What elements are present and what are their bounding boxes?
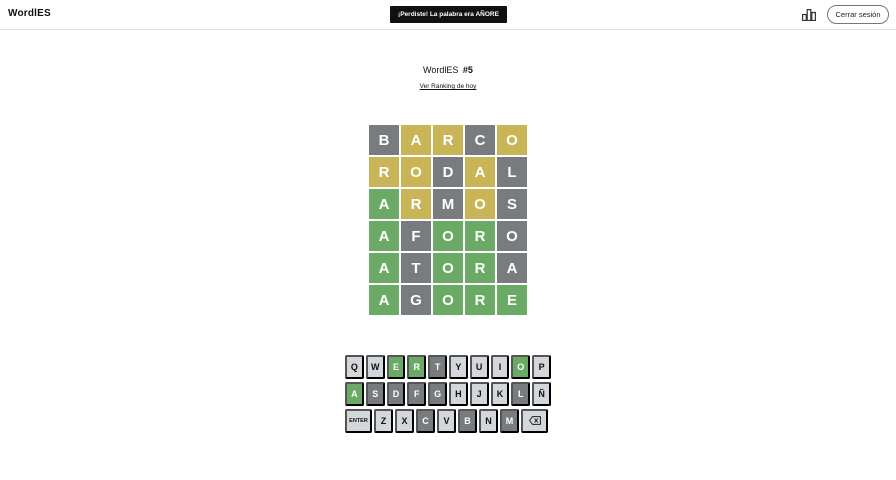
backspace-icon <box>528 415 541 427</box>
key-y[interactable]: Y <box>448 355 468 379</box>
game-header: WordlES #5 Ver Ranking de hoy <box>348 65 548 93</box>
bar-chart-icon[interactable] <box>802 8 817 22</box>
board-tile: A <box>465 157 495 187</box>
board-tile: F <box>401 221 431 251</box>
board-tile: O <box>433 253 463 283</box>
board-tile: R <box>433 125 463 155</box>
board-tile: A <box>369 253 399 283</box>
backspace-key[interactable] <box>521 409 548 433</box>
board-tile: M <box>433 189 463 219</box>
board-tile: S <box>497 189 527 219</box>
enter-key[interactable]: ENTER <box>345 409 372 433</box>
game-number: #5 <box>462 65 473 75</box>
game-board: BARCORODALARMOSAFOROATORAAGORE <box>369 125 527 315</box>
key-b[interactable]: B <box>458 409 477 433</box>
keyboard-row: ASDFGHJKLÑ <box>345 382 551 406</box>
key-w[interactable]: W <box>365 355 385 379</box>
board-tile: A <box>401 125 431 155</box>
key-u[interactable]: U <box>469 355 489 379</box>
key-k[interactable]: K <box>490 382 510 406</box>
board-tile: L <box>497 157 527 187</box>
key-t[interactable]: T <box>428 355 447 379</box>
board-tile: A <box>369 221 399 251</box>
key-x[interactable]: X <box>395 409 414 433</box>
key-e[interactable]: E <box>386 355 406 379</box>
app-logo[interactable]: WordlES <box>8 8 51 19</box>
board-tile: E <box>497 285 527 315</box>
board-tile: R <box>465 253 495 283</box>
game-title-text: WordlES <box>423 65 459 75</box>
key-p[interactable]: P <box>532 355 551 379</box>
key-j[interactable]: J <box>469 382 489 406</box>
keyboard-row: ENTER Z X C V B N M <box>345 409 551 433</box>
board-tile: O <box>401 157 431 187</box>
key-g[interactable]: G <box>428 382 447 406</box>
board-tile: D <box>433 157 463 187</box>
game-title: WordlES #5 <box>348 65 548 75</box>
key-d[interactable]: D <box>386 382 406 406</box>
key-f[interactable]: F <box>407 382 427 406</box>
board-tile: A <box>369 189 399 219</box>
board-tile: O <box>465 189 495 219</box>
ranking-link[interactable]: Ver Ranking de hoy <box>420 83 477 90</box>
board-tile: O <box>433 285 463 315</box>
board-tile: A <box>497 253 527 283</box>
key-a[interactable]: A <box>345 382 364 406</box>
key-v[interactable]: V <box>437 409 456 433</box>
board-tile: R <box>401 189 431 219</box>
board-tile: O <box>497 125 527 155</box>
board-tile: G <box>401 285 431 315</box>
key-i[interactable]: I <box>490 355 510 379</box>
board-tile: C <box>465 125 495 155</box>
board-tile: O <box>497 221 527 251</box>
board-tile: O <box>433 221 463 251</box>
key-n[interactable]: N <box>479 409 498 433</box>
board-tile: R <box>465 221 495 251</box>
board-tile: R <box>465 285 495 315</box>
key-c[interactable]: C <box>416 409 435 433</box>
logout-button[interactable]: Cerrar sesión <box>827 5 889 24</box>
board-tile: T <box>401 253 431 283</box>
key-h[interactable]: H <box>448 382 468 406</box>
key-m[interactable]: M <box>500 409 519 433</box>
key-o[interactable]: O <box>511 355 531 379</box>
top-bar: WordlES ¡Perdiste! La palabra era AÑORE … <box>0 0 896 30</box>
key-s[interactable]: S <box>365 382 385 406</box>
key-q[interactable]: Q <box>345 355 364 379</box>
game-result-toast: ¡Perdiste! La palabra era AÑORE <box>390 6 507 23</box>
keyboard-row: QWERTYUIOP <box>345 355 551 379</box>
board-tile: R <box>369 157 399 187</box>
key-ñ[interactable]: Ñ <box>532 382 551 406</box>
board-tile: A <box>369 285 399 315</box>
on-screen-keyboard: Q W E R T Y U I O P A S D F G H J K L Ñ ENTER Z X C V B N M <box>345 355 551 436</box>
key-l[interactable]: L <box>511 382 531 406</box>
key-z[interactable]: Z <box>374 409 393 433</box>
key-r[interactable]: R <box>407 355 427 379</box>
board-tile: B <box>369 125 399 155</box>
